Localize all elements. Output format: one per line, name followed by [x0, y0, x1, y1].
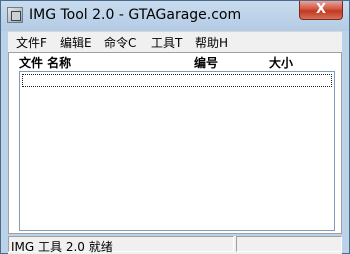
main-window: IMG Tool 2.0 - GTAGarage.com X 文件F 编辑E 命…: [0, 0, 350, 254]
status-pane-secondary: [236, 236, 342, 252]
close-icon: X: [315, 2, 327, 17]
app-icon-inner: [11, 11, 21, 21]
column-header-filename[interactable]: 文件 名称: [19, 54, 71, 71]
client-area: 文件 名称 编号 大小: [8, 52, 342, 234]
menu-file[interactable]: 文件F: [16, 34, 47, 51]
column-header-number[interactable]: 编号: [194, 54, 218, 71]
menu-bar: 文件F 编辑E 命令C 工具T 帮助H: [8, 31, 342, 52]
file-list[interactable]: [19, 71, 335, 231]
column-header-size[interactable]: 大小: [269, 54, 293, 71]
status-pane-main: IMG 工具 2.0 就绪: [8, 236, 234, 254]
close-button[interactable]: X: [299, 1, 343, 20]
status-text: IMG 工具 2.0 就绪: [11, 240, 113, 254]
title-bar[interactable]: IMG Tool 2.0 - GTAGarage.com X: [1, 1, 349, 31]
app-window-icon[interactable]: [7, 7, 23, 23]
focused-row[interactable]: [22, 74, 332, 87]
menu-command[interactable]: 命令C: [104, 34, 136, 51]
status-bar: IMG 工具 2.0 就绪: [8, 236, 342, 254]
window-title: IMG Tool 2.0 - GTAGarage.com: [29, 7, 242, 23]
menu-tools[interactable]: 工具T: [151, 34, 182, 51]
menu-edit[interactable]: 编辑E: [60, 34, 92, 51]
menu-help[interactable]: 帮助H: [195, 34, 228, 51]
